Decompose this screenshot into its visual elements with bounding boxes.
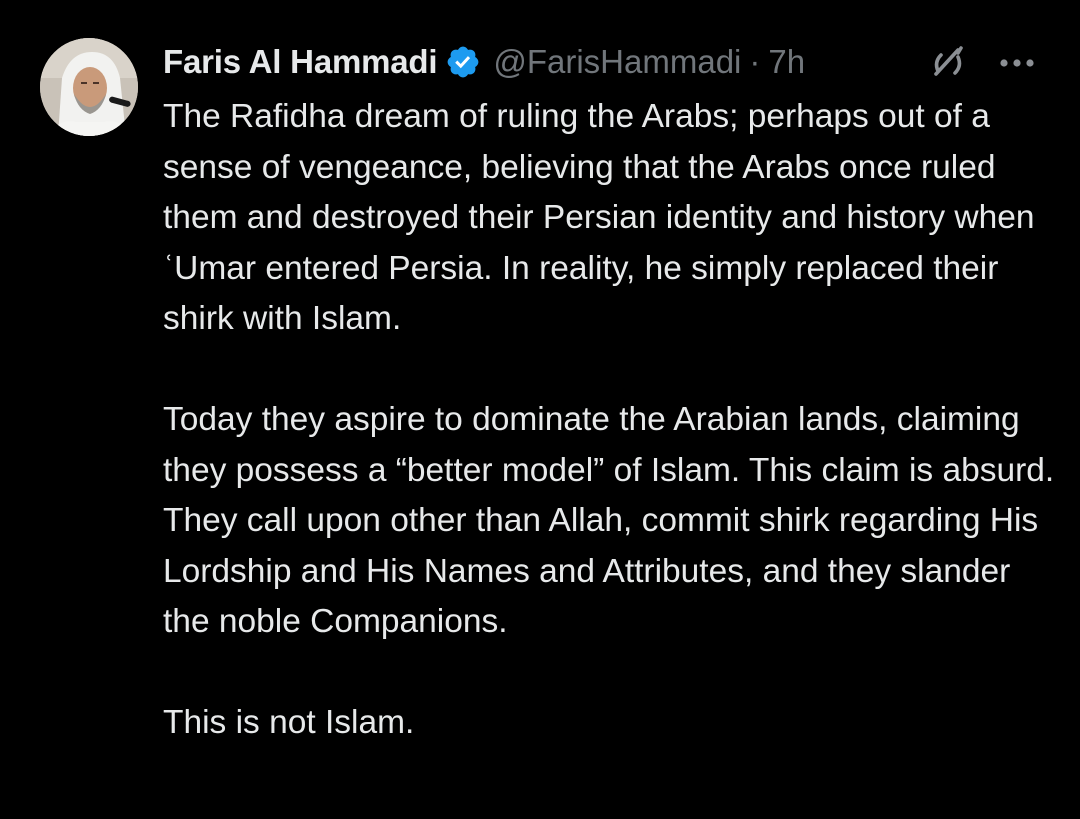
grok-icon[interactable] [928, 44, 968, 84]
verified-badge-icon[interactable] [445, 44, 481, 80]
tweet-timestamp[interactable]: 7h [768, 43, 805, 81]
tweet: Faris Al Hammadi @FarisHammadi · 7h The … [0, 0, 1080, 819]
more-horizontal-icon[interactable] [998, 48, 1038, 78]
author-name[interactable]: Faris Al Hammadi [163, 43, 438, 81]
author-avatar[interactable] [40, 38, 138, 136]
tweet-paragraph-3: This is not Islam. [163, 704, 415, 741]
tweet-paragraph-2: Today they aspire to dominate the Arabia… [163, 401, 1055, 640]
header-separator: · [749, 43, 761, 80]
tweet-paragraph-1: The Rafidha dream of ruling the Arabs; p… [163, 98, 1035, 337]
tweet-text: The Rafidha dream of ruling the Arabs; p… [163, 92, 1063, 749]
author-handle[interactable]: @FarisHammadi [493, 43, 741, 81]
avatar-image [40, 38, 138, 136]
tweet-header: Faris Al Hammadi @FarisHammadi · 7h [163, 38, 1043, 86]
